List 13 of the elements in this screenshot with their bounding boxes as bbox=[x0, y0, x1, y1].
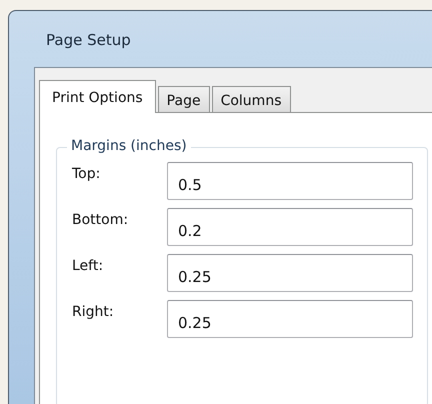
group-title: Margins (inches) bbox=[67, 138, 191, 154]
window-title: Page Setup bbox=[45, 30, 132, 51]
field-label: Bottom: bbox=[72, 211, 130, 228]
field-label: Left: bbox=[72, 257, 104, 274]
field-label: Top: bbox=[72, 165, 102, 182]
tab[interactable]: Print Options bbox=[39, 80, 156, 113]
input-field[interactable]: 0.5 bbox=[167, 162, 413, 200]
input-field[interactable]: 0.25 bbox=[167, 300, 413, 338]
field-label: Right: bbox=[72, 303, 115, 320]
tab[interactable]: Columns bbox=[212, 86, 290, 112]
tab[interactable]: Page bbox=[158, 86, 210, 112]
input-field[interactable]: 0.25 bbox=[167, 254, 413, 292]
input-field[interactable]: 0.2 bbox=[167, 208, 413, 246]
